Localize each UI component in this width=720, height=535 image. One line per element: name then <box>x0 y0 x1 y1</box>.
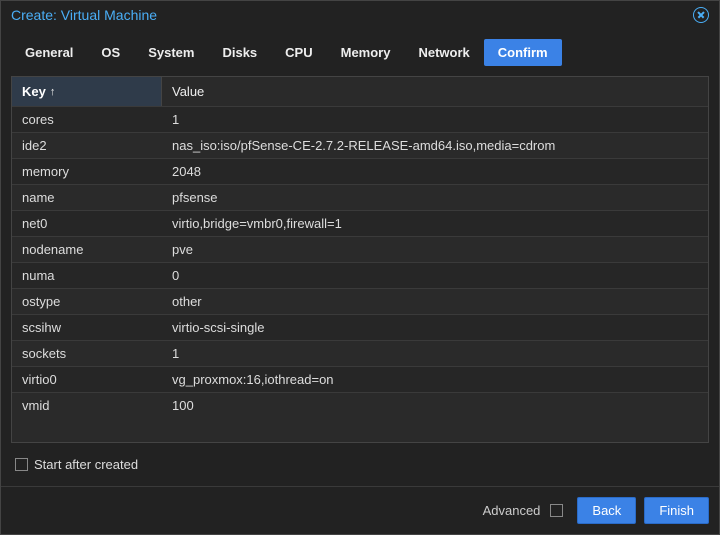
cell-key: net0 <box>12 211 162 236</box>
cell-key: nodename <box>12 237 162 262</box>
sort-asc-icon: ↑ <box>50 86 56 98</box>
grid-body: cores1ide2nas_iso:iso/pfSense-CE-2.7.2-R… <box>12 106 708 442</box>
cell-value: vg_proxmox:16,iothread=on <box>162 367 708 392</box>
grid-header-key[interactable]: Key ↑ <box>12 77 162 106</box>
start-after-created-checkbox[interactable] <box>15 458 28 471</box>
cell-key: vmid <box>12 393 162 418</box>
cell-key: virtio0 <box>12 367 162 392</box>
advanced-checkbox[interactable] <box>550 504 563 517</box>
cell-key: cores <box>12 107 162 132</box>
wizard-tabs: General OS System Disks CPU Memory Netwo… <box>1 29 719 66</box>
cell-key: ostype <box>12 289 162 314</box>
tab-system[interactable]: System <box>134 39 208 66</box>
cell-value: other <box>162 289 708 314</box>
table-row[interactable]: cores1 <box>12 106 708 132</box>
cell-key: sockets <box>12 341 162 366</box>
cell-value: 1 <box>162 341 708 366</box>
tab-memory[interactable]: Memory <box>327 39 405 66</box>
cell-value: 1 <box>162 107 708 132</box>
table-row[interactable]: nodenamepve <box>12 236 708 262</box>
tab-general[interactable]: General <box>11 39 87 66</box>
cell-value: 0 <box>162 263 708 288</box>
table-row[interactable]: sockets1 <box>12 340 708 366</box>
table-row[interactable]: namepfsense <box>12 184 708 210</box>
cell-key: scsihw <box>12 315 162 340</box>
start-after-created-label[interactable]: Start after created <box>34 457 138 472</box>
cell-value: pfsense <box>162 185 708 210</box>
tab-os[interactable]: OS <box>87 39 134 66</box>
finish-button[interactable]: Finish <box>644 497 709 524</box>
cell-key: numa <box>12 263 162 288</box>
cell-key: ide2 <box>12 133 162 158</box>
cell-value: nas_iso:iso/pfSense-CE-2.7.2-RELEASE-amd… <box>162 133 708 158</box>
grid-header-key-label: Key <box>22 84 46 99</box>
table-row[interactable]: ostypeother <box>12 288 708 314</box>
table-row[interactable]: ide2nas_iso:iso/pfSense-CE-2.7.2-RELEASE… <box>12 132 708 158</box>
grid-header: Key ↑ Value <box>12 77 708 106</box>
table-row[interactable]: net0virtio,bridge=vmbr0,firewall=1 <box>12 210 708 236</box>
cell-key: name <box>12 185 162 210</box>
table-row[interactable]: memory2048 <box>12 158 708 184</box>
table-row[interactable]: vmid100 <box>12 392 708 418</box>
cell-value: 2048 <box>162 159 708 184</box>
cell-value: pve <box>162 237 708 262</box>
create-vm-wizard: Create: Virtual Machine General OS Syste… <box>0 0 720 535</box>
cell-key: memory <box>12 159 162 184</box>
dialog-title: Create: Virtual Machine <box>11 7 157 23</box>
wizard-footer: Advanced Back Finish <box>1 486 719 534</box>
back-button[interactable]: Back <box>577 497 636 524</box>
grid-header-value[interactable]: Value <box>162 77 708 106</box>
advanced-label[interactable]: Advanced <box>483 503 541 518</box>
table-row[interactable]: scsihwvirtio-scsi-single <box>12 314 708 340</box>
titlebar: Create: Virtual Machine <box>1 1 719 29</box>
tab-cpu[interactable]: CPU <box>271 39 326 66</box>
start-after-created-row: Start after created <box>11 443 709 476</box>
tab-disks[interactable]: Disks <box>208 39 271 66</box>
summary-grid: Key ↑ Value cores1ide2nas_iso:iso/pfSens… <box>11 76 709 443</box>
confirm-panel: Key ↑ Value cores1ide2nas_iso:iso/pfSens… <box>1 66 719 486</box>
tab-network[interactable]: Network <box>404 39 483 66</box>
table-row[interactable]: numa0 <box>12 262 708 288</box>
tab-confirm[interactable]: Confirm <box>484 39 562 66</box>
table-row[interactable]: virtio0vg_proxmox:16,iothread=on <box>12 366 708 392</box>
close-icon[interactable] <box>693 7 709 23</box>
cell-value: 100 <box>162 393 708 418</box>
cell-value: virtio-scsi-single <box>162 315 708 340</box>
cell-value: virtio,bridge=vmbr0,firewall=1 <box>162 211 708 236</box>
